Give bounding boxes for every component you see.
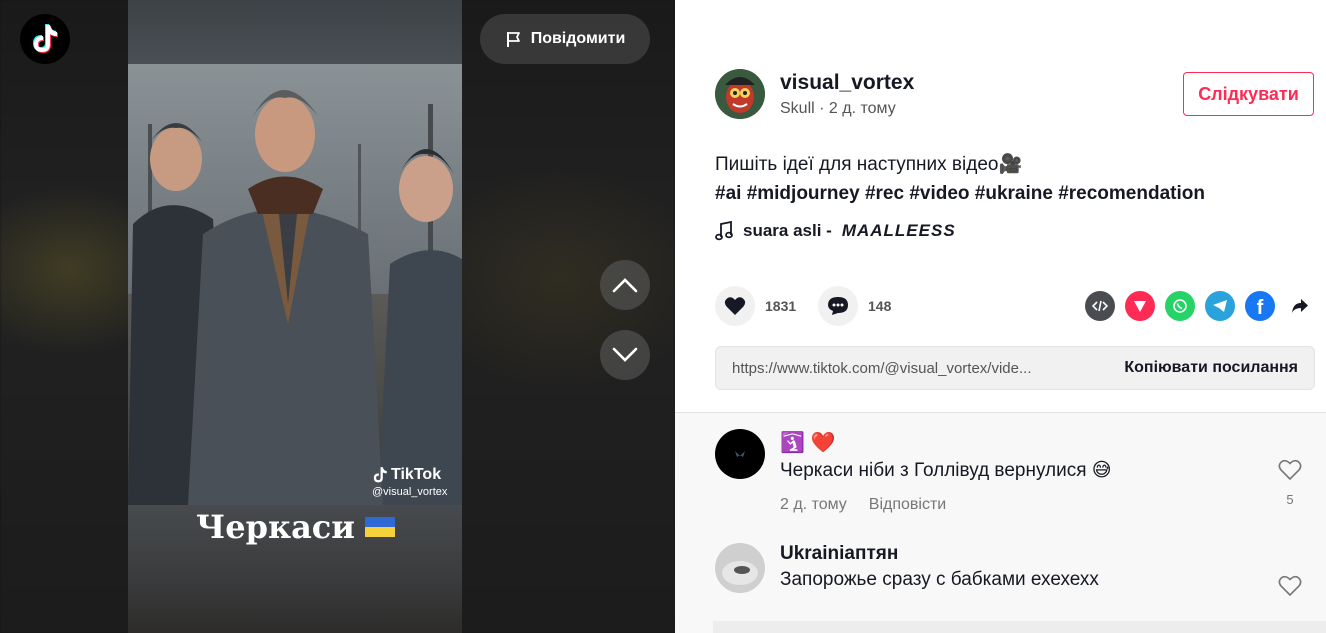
- description-text: Пишіть ідеї для наступних відео: [715, 154, 999, 175]
- report-label: Повідомити: [530, 30, 626, 47]
- video-caption-overlay: Черкаси: [196, 508, 396, 546]
- like-button[interactable]: [715, 286, 755, 326]
- author-subline: Skull · 2 д. тому: [780, 100, 896, 117]
- comment-button[interactable]: [818, 286, 858, 326]
- music-link[interactable]: suara asli - MAALLEESS: [715, 221, 956, 241]
- tiktok-logo-icon[interactable]: [20, 14, 70, 64]
- watermark-brand-text: TikTok: [391, 466, 442, 483]
- report-button[interactable]: Повідомити: [480, 14, 650, 64]
- share-row: f: [1085, 291, 1315, 321]
- comment-item: 🛐 ❤️ Черкаси ніби з Голлівуд вернулися 😅…: [715, 429, 1305, 549]
- like-count: 1831: [765, 298, 797, 314]
- commenter-avatar[interactable]: [715, 543, 765, 593]
- facebook-icon[interactable]: f: [1245, 291, 1275, 321]
- comment-bubble-icon: [828, 297, 848, 315]
- video-caption-text: Черкаси: [196, 508, 356, 546]
- chevron-down-icon: [612, 347, 638, 362]
- heart-outline-icon: [1278, 459, 1302, 481]
- telegram-icon[interactable]: [1205, 291, 1235, 321]
- comment-input-bar[interactable]: [713, 621, 1326, 633]
- heart-outline-icon: [1278, 575, 1302, 597]
- comment-time: 2 д. тому: [780, 496, 847, 513]
- comment-user-emoji: 🛐: [780, 431, 805, 454]
- comment-like-button[interactable]: [1275, 575, 1305, 602]
- chevron-up-icon: [612, 278, 638, 293]
- comments-section: 🛐 ❤️ Черкаси ніби з Голлівуд вернулися 😅…: [675, 412, 1326, 633]
- next-video-button[interactable]: [600, 330, 650, 380]
- heart-icon: [724, 297, 746, 315]
- share-arrow-icon[interactable]: [1285, 291, 1315, 321]
- commenter-username[interactable]: 🛐 ❤️: [780, 429, 1112, 455]
- author-avatar[interactable]: [715, 69, 765, 119]
- tiktok-video-page: Повідомити TikTok @visual_vortex Черкаси: [0, 0, 1326, 633]
- music-name: suara asli -: [743, 221, 832, 240]
- comment-user-emoji: ❤️: [810, 431, 836, 454]
- follow-button[interactable]: Слідкувати: [1183, 72, 1314, 116]
- commenter-username[interactable]: Ukrainiaптян: [780, 543, 1099, 565]
- comment-like-count: 5: [1286, 492, 1294, 507]
- comment-like-button[interactable]: 5: [1275, 459, 1305, 507]
- comment-count: 148: [868, 298, 892, 314]
- like-action[interactable]: 1831: [715, 286, 796, 326]
- tiktok-watermark-icon: [373, 467, 387, 483]
- hashtag-list[interactable]: #ai #midjourney #rec #video #ukraine #re…: [715, 179, 1205, 208]
- reply-button[interactable]: Відповісти: [869, 496, 946, 514]
- comment-text: Запорожье сразу с бабками ехехехх: [780, 569, 1099, 590]
- video-description: Пишіть ідеї для наступних відео🎥 #ai #mi…: [715, 150, 1205, 208]
- film-camera-icon: 🎥: [998, 154, 1023, 175]
- copy-link-box: https://www.tiktok.com/@visual_vortex/vi…: [715, 346, 1315, 390]
- video-info-panel: visual_vortex Skull · 2 д. тому Слідкува…: [675, 0, 1326, 412]
- comment-item: Ukrainiaптян Запорожье сразу с бабками е…: [715, 543, 1305, 623]
- music-note-icon: [715, 221, 733, 241]
- video-link-text[interactable]: https://www.tiktok.com/@visual_vortex/vi…: [732, 360, 1032, 377]
- previous-video-button[interactable]: [600, 260, 650, 310]
- ukraine-flag-icon: [365, 517, 396, 537]
- embed-icon[interactable]: [1085, 291, 1115, 321]
- commenter-avatar[interactable]: [715, 429, 765, 479]
- video-thumbnail-image: [128, 64, 462, 505]
- copy-link-button[interactable]: Копіювати посилання: [1124, 359, 1298, 377]
- whatsapp-icon[interactable]: [1165, 291, 1195, 321]
- video-watermark: TikTok @visual_vortex: [372, 466, 447, 498]
- comment-action[interactable]: 148: [818, 286, 891, 326]
- author-username[interactable]: visual_vortex: [780, 71, 914, 95]
- watermark-handle: @visual_vortex: [372, 486, 448, 498]
- video-player-area[interactable]: Повідомити TikTok @visual_vortex Черкаси: [0, 0, 675, 633]
- flag-icon: [506, 32, 520, 47]
- comment-text: Черкаси ніби з Голлівуд вернулися 😅: [780, 460, 1112, 481]
- send-icon[interactable]: [1125, 291, 1155, 321]
- music-artist: MAALLEESS: [841, 221, 956, 240]
